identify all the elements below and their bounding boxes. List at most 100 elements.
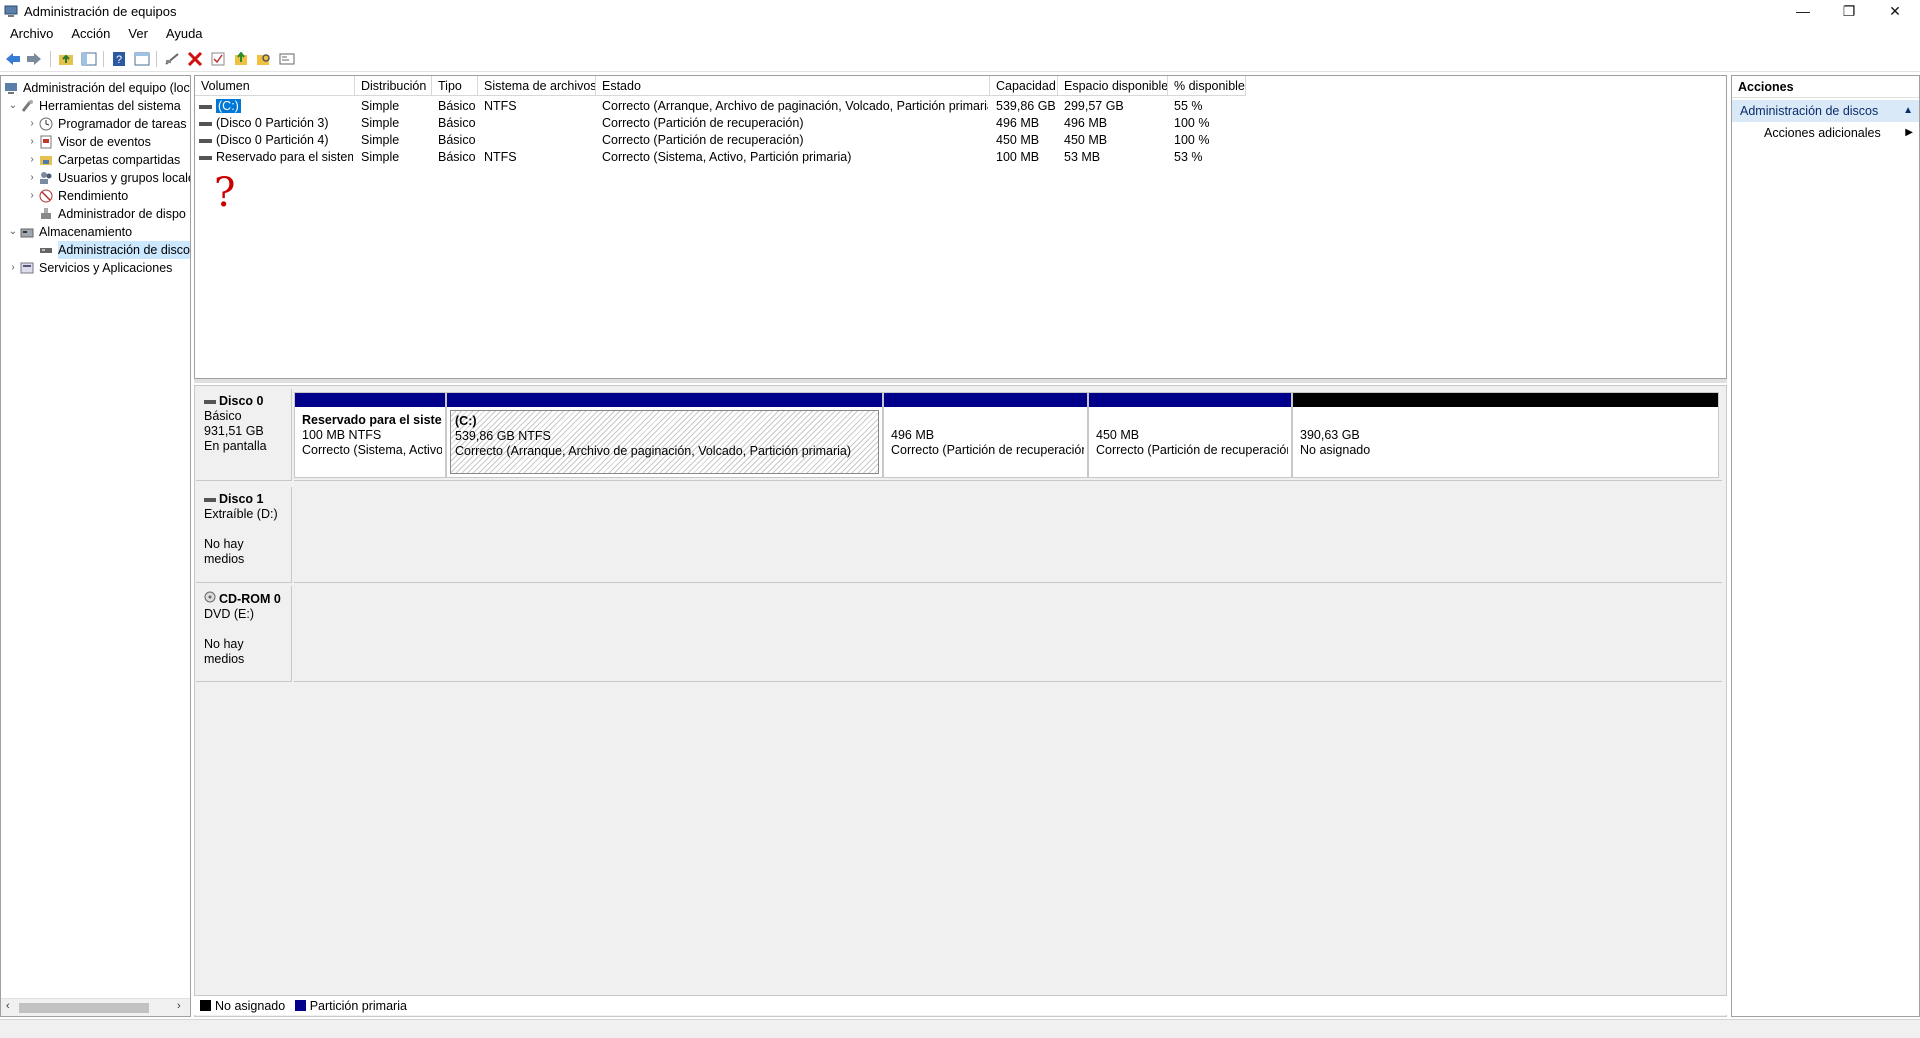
settings-panel-icon[interactable] (278, 50, 296, 68)
check-properties-icon[interactable] (209, 50, 227, 68)
tree-item-device-manager[interactable]: Administrador de dispo (38, 205, 186, 223)
expand-arrow-icon[interactable]: › (26, 187, 38, 205)
delete-icon[interactable] (186, 50, 204, 68)
expand-arrow-icon[interactable]: › (26, 151, 38, 169)
volume-icon (199, 121, 212, 126)
tree-item-performance[interactable]: › Rendimiento (26, 187, 128, 205)
tree-horizontal-scrollbar[interactable]: ‹ › (1, 998, 190, 1016)
tree-item-event-viewer[interactable]: › Visor de eventos (26, 133, 151, 151)
column-header-filesystem[interactable]: Sistema de archivos (478, 76, 596, 96)
more-actions-item[interactable]: Acciones adicionales ▶ (1732, 122, 1919, 144)
up-folder-icon[interactable] (57, 50, 75, 68)
partition-unallocated[interactable]: 390,63 GB No asignado (1292, 392, 1719, 478)
unallocated-bar (1293, 393, 1718, 407)
partition-recovery-3[interactable]: 496 MB Correcto (Partición de recuperaci… (883, 392, 1088, 478)
unallocated-swatch (200, 1000, 211, 1011)
disk-icon (204, 497, 216, 502)
scroll-left-arrow-icon[interactable]: ‹ (6, 1000, 10, 1012)
tree-item-storage[interactable]: ⌄ Almacenamiento (7, 223, 132, 241)
connect-icon[interactable] (163, 50, 181, 68)
disk-icon (204, 399, 216, 404)
disk-management-icon (38, 242, 54, 258)
svg-text:?: ? (116, 54, 122, 66)
primary-partition-swatch (294, 1000, 306, 1011)
collapse-arrow-icon[interactable]: ⌄ (7, 97, 19, 115)
primary-partition-bar (447, 393, 882, 407)
column-header-capacity[interactable]: Capacidad (990, 76, 1058, 96)
actions-header: Acciones (1732, 76, 1919, 98)
status-bar (0, 1019, 1920, 1038)
question-mark-annotation: ? (214, 170, 236, 216)
expand-arrow-icon[interactable]: › (7, 259, 19, 277)
export-icon[interactable] (232, 50, 250, 68)
clock-icon (38, 116, 54, 132)
toolbar: ? (0, 46, 1920, 72)
tree-item-local-users[interactable]: › Usuarios y grupos locale (26, 169, 190, 187)
expand-arrow-icon[interactable]: › (26, 169, 38, 187)
column-header-layout[interactable]: Distribución (355, 76, 432, 96)
menu-bar: Archivo Acción Ver Ayuda (0, 24, 1920, 44)
disk-graphical-view: Disco 0 Básico 931,51 GB En pantalla Res… (194, 385, 1727, 1017)
partition-legend: No asignado Partición primaria (194, 995, 1727, 1015)
navigation-tree: Administración del equipo (loc ⌄ Herrami… (0, 75, 191, 1017)
event-viewer-icon (38, 134, 54, 150)
disk-0-info[interactable]: Disco 0 Básico 931,51 GB En pantalla (196, 389, 292, 481)
performance-icon (38, 188, 54, 204)
partition-system-reserved[interactable]: Reservado para el sistem 100 MB NTFS Cor… (294, 392, 446, 478)
column-header-status[interactable]: Estado (596, 76, 990, 96)
cdrom-0-info[interactable]: CD-ROM 0 DVD (E:) No hay medios (196, 586, 292, 682)
cdrom-icon (204, 591, 216, 607)
menu-ayuda[interactable]: Ayuda (156, 24, 211, 41)
shared-folder-icon (38, 152, 54, 168)
forward-arrow-icon[interactable] (25, 50, 43, 68)
column-header-type[interactable]: Tipo (432, 76, 478, 96)
users-icon (38, 170, 54, 186)
menu-accion[interactable]: Acción (61, 24, 118, 41)
tree-item-root[interactable]: Administración del equipo (loc (3, 79, 190, 97)
actions-section-disk-management[interactable]: Administración de discos ▲ (1732, 100, 1919, 122)
partition-recovery-4[interactable]: 450 MB Correcto (Partición de recuperaci… (1088, 392, 1292, 478)
volume-list: Volumen Distribución Tipo Sistema de arc… (194, 75, 1727, 379)
back-arrow-icon[interactable] (4, 50, 22, 68)
computer-management-icon (4, 4, 18, 18)
restore-button[interactable]: ❐ (1826, 0, 1872, 22)
tree-item-disk-management[interactable]: Administración de disco (38, 241, 190, 259)
cdrom-0-area (294, 586, 1722, 682)
column-header-volume[interactable]: Volumen (195, 76, 355, 96)
pane-splitter[interactable] (194, 379, 1727, 383)
expand-arrow-icon[interactable]: › (26, 133, 38, 151)
partition-c[interactable]: (C:) 539,86 GB NTFS Correcto (Arranque, … (446, 392, 883, 478)
menu-archivo[interactable]: Archivo (0, 24, 61, 41)
tree-item-services[interactable]: › Servicios y Aplicaciones (7, 259, 172, 277)
storage-icon (19, 224, 35, 240)
collapse-up-icon[interactable]: ▲ (1903, 100, 1913, 122)
tree-item-system-tools[interactable]: ⌄ Herramientas del sistema (7, 97, 181, 115)
search-folder-icon[interactable] (255, 50, 273, 68)
properties-view-icon[interactable] (133, 50, 151, 68)
title-bar: Administración de equipos — ❐ ✕ (0, 0, 1920, 24)
menu-ver[interactable]: Ver (118, 24, 156, 41)
expand-arrow-icon[interactable]: › (26, 115, 38, 133)
column-header-free-space[interactable]: Espacio disponible (1058, 76, 1168, 96)
computer-management-icon (3, 80, 19, 96)
primary-partition-bar (1089, 393, 1291, 407)
primary-partition-bar (295, 393, 445, 407)
tree-item-task-scheduler[interactable]: › Programador de tareas (26, 115, 186, 133)
help-icon[interactable]: ? (110, 50, 128, 68)
volume-icon (199, 104, 212, 109)
primary-partition-bar (884, 393, 1087, 407)
volume-icon (199, 138, 212, 143)
tree-item-shared-folders[interactable]: › Carpetas compartidas (26, 151, 180, 169)
device-manager-icon (38, 206, 54, 222)
disk-1-area (294, 487, 1722, 583)
scroll-right-arrow-icon[interactable]: › (177, 1000, 181, 1012)
minimize-button[interactable]: — (1780, 0, 1826, 22)
actions-pane: Acciones Administración de discos ▲ Acci… (1731, 75, 1920, 1017)
scrollbar-thumb[interactable] (19, 1003, 149, 1013)
column-header-percent-free[interactable]: % disponible (1168, 76, 1246, 96)
disk-0-partitions: Reservado para el sistem 100 MB NTFS Cor… (294, 389, 1722, 481)
collapse-arrow-icon[interactable]: ⌄ (7, 223, 19, 241)
close-button[interactable]: ✕ (1872, 0, 1918, 22)
disk-1-info[interactable]: Disco 1 Extraíble (D:) No hay medios (196, 487, 292, 583)
show-hide-tree-icon[interactable] (80, 50, 98, 68)
